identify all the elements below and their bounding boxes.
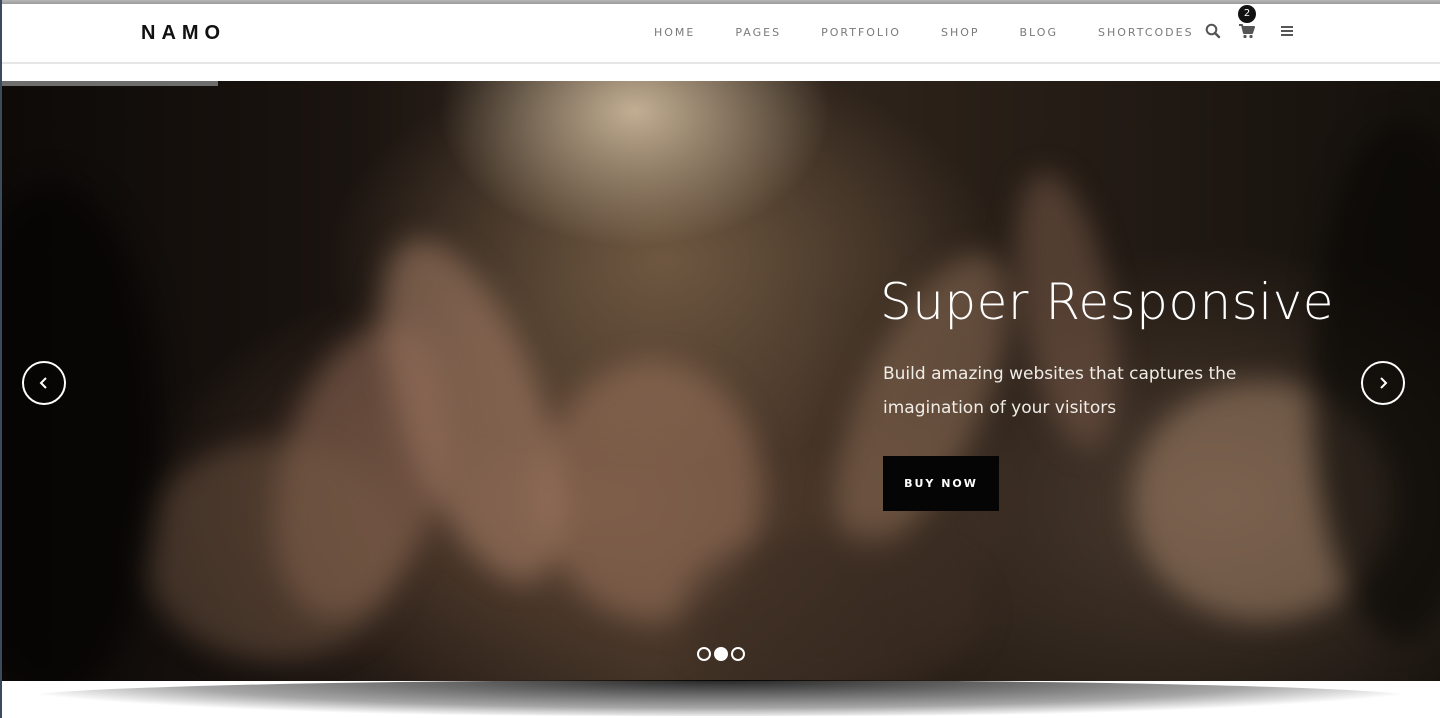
page: NAMO HOME PAGES PORTFOLIO SHOP BLOG SHOR… [0,0,1440,718]
slider-progress-bar [2,81,218,86]
buy-now-button[interactable]: BUY NOW [883,456,999,511]
site-logo[interactable]: NAMO [141,22,226,45]
slider-prev-button[interactable] [22,361,66,405]
slider-dot-3[interactable] [731,647,745,661]
slider-pagination [697,647,748,661]
cart-count-badge: 2 [1238,5,1256,23]
slider-next-button[interactable] [1361,361,1405,405]
slider-dot-2[interactable] [714,647,728,661]
window-left-edge [0,0,2,718]
nav-item-shop[interactable]: SHOP [941,26,980,39]
hamburger-menu-icon[interactable] [1278,22,1296,40]
nav-item-pages[interactable]: PAGES [735,26,781,39]
site-header: NAMO HOME PAGES PORTFOLIO SHOP BLOG SHOR… [2,4,1440,62]
cart-icon[interactable] [1238,22,1256,40]
slider-bottom-shadow [20,680,1420,716]
slide-subtitle: Build amazing websites that captures the… [883,364,1237,418]
slider-dot-1[interactable] [697,647,711,661]
slide-title: Super Responsive [880,273,1334,331]
search-icon[interactable] [1204,22,1222,40]
nav-item-shortcodes[interactable]: SHORTCODES [1098,26,1194,39]
nav-item-home[interactable]: HOME [654,26,695,39]
main-nav: HOME PAGES PORTFOLIO SHOP BLOG SHORTCODE… [654,26,1194,39]
nav-item-blog[interactable]: BLOG [1020,26,1058,39]
chevron-left-icon [39,377,47,389]
header-divider [2,62,1440,64]
chevron-right-icon [1380,377,1388,389]
nav-item-portfolio[interactable]: PORTFOLIO [821,26,901,39]
